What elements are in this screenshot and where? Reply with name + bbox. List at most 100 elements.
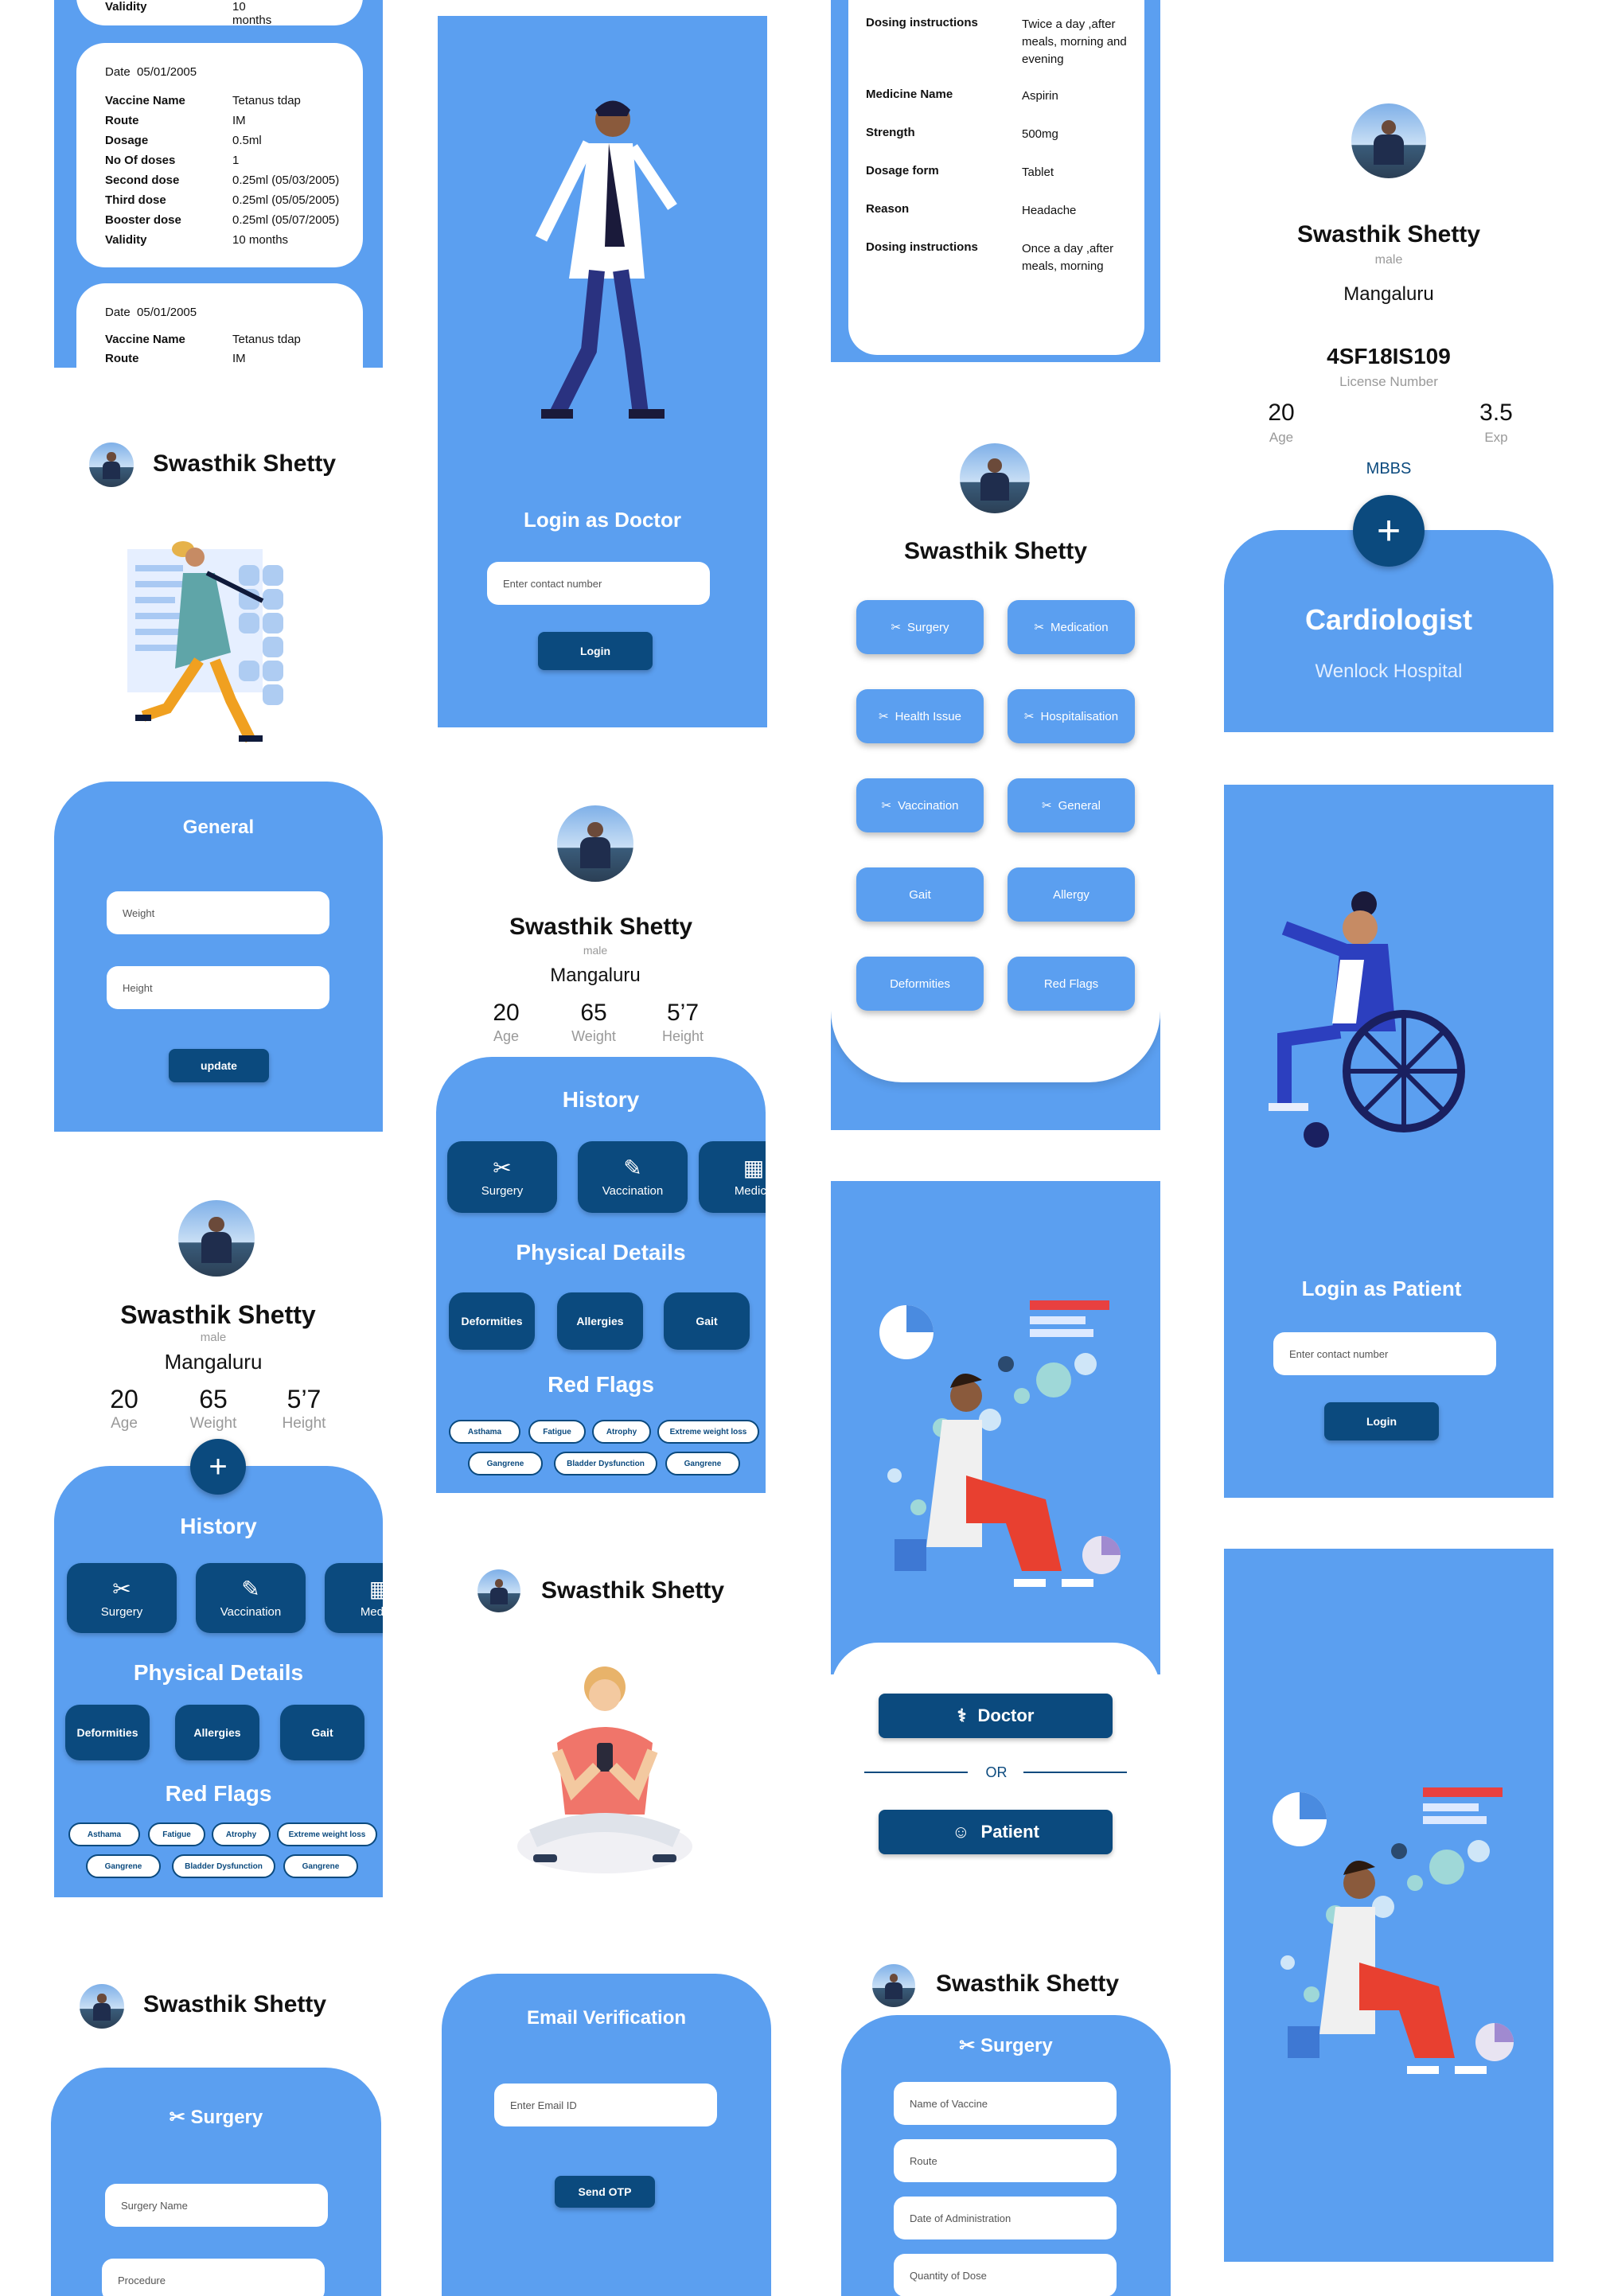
vaccine-name-field[interactable]: Name of Vaccine (894, 2082, 1117, 2125)
category-health-issue-button[interactable]: ✂ Health Issue (856, 689, 984, 743)
medication-tile[interactable]: ▦ Medica (699, 1141, 766, 1213)
history-title: History (180, 1514, 257, 1538)
weight-label: Weight (189, 1415, 237, 1432)
allergies-tile[interactable]: Allergies (557, 1292, 643, 1350)
contact-number-field[interactable]: Enter contact number (487, 562, 710, 605)
surgery-tile[interactable]: ✂ Surgery (447, 1141, 557, 1213)
flag-chip[interactable]: Gangrene (86, 1854, 161, 1878)
license-number: 4SF18IS109 (1327, 344, 1451, 368)
flag-chip[interactable]: Fatigue (528, 1420, 586, 1444)
age-value: 20 (493, 1000, 520, 1026)
red-flags-title: Red Flags (165, 1781, 272, 1806)
vaccination-tile[interactable]: ✎ Vaccination (196, 1563, 306, 1633)
record-value: 0.5ml (232, 134, 262, 147)
divider-left (864, 1772, 968, 1773)
flag-chip[interactable]: Asthama (449, 1420, 520, 1444)
gait-tile[interactable]: Gait (664, 1292, 750, 1350)
quantity-field[interactable]: Quantity of Dose (894, 2254, 1117, 2296)
category-hospitalisation-button[interactable]: ✂ Hospitalisation (1008, 689, 1135, 743)
flag-chip[interactable]: Gangrene (665, 1452, 740, 1475)
height-field[interactable]: Height (107, 966, 329, 1009)
deformities-tile[interactable]: Deformities (65, 1705, 150, 1760)
flag-chip[interactable]: Extreme weight loss (277, 1822, 377, 1846)
user-name: Swasthik Shetty (120, 1300, 316, 1329)
medication-value: Once a day ,after meals, morning (1022, 242, 1114, 273)
form-title-text: Surgery (190, 2107, 263, 2128)
record-date: 05/01/2005 (137, 306, 197, 319)
record-key: Booster dose (105, 213, 181, 227)
medication-card[interactable]: Dosing instructions Twice a day ,after mea… (848, 0, 1144, 355)
prev-record-card: Validity 10 months (76, 0, 363, 27)
weight-field[interactable]: Weight (107, 891, 329, 934)
category-general-button[interactable]: ✂ General (1008, 778, 1135, 832)
doctor-button[interactable]: ⚕ Doctor (879, 1694, 1113, 1738)
flag-chip[interactable]: Atrophy (592, 1420, 651, 1444)
flag-chip[interactable]: Asthama (68, 1822, 140, 1846)
medication-key: Dosing instructions (866, 16, 978, 29)
email-field[interactable]: Enter Email ID (494, 2084, 717, 2126)
allergies-tile[interactable]: Allergies (175, 1705, 259, 1760)
avatar[interactable] (872, 1964, 915, 2007)
patient-label: Patient (980, 1822, 1039, 1842)
vaccine-record-card[interactable]: Date 05/01/2005 Vaccine Name Tetanus tdap… (76, 43, 363, 267)
category-medication-button[interactable]: ✂ Medication (1008, 600, 1135, 654)
general-form-panel: General Weight Height update (54, 782, 383, 1132)
vaccination-tile[interactable]: ✎ Vaccination (578, 1141, 688, 1213)
age-label: Age (1269, 430, 1294, 445)
category-label: Vaccination (898, 798, 959, 813)
add-button[interactable]: + (190, 1439, 246, 1495)
login-button[interactable]: Login (538, 632, 653, 670)
flag-chip[interactable]: Gangrene (468, 1452, 543, 1475)
vaccine-form-panel: ✂ Surgery Name of Vaccine Route Date of … (841, 2015, 1171, 2296)
category-gait-button[interactable]: Gait (856, 867, 984, 922)
add-button[interactable]: + (1353, 495, 1425, 567)
update-button[interactable]: update (169, 1049, 269, 1082)
surgery-icon: ✂ (1042, 799, 1052, 813)
avatar[interactable] (557, 805, 633, 882)
medication-key: Dosing instructions (866, 240, 978, 254)
gait-tile[interactable]: Gait (280, 1705, 364, 1760)
avatar[interactable] (89, 442, 134, 487)
surgery-name-field[interactable]: Surgery Name (105, 2184, 328, 2227)
contact-number-field[interactable]: Enter contact number (1273, 1332, 1496, 1375)
tile-label: Vaccination (220, 1604, 282, 1619)
route-field[interactable]: Route (894, 2139, 1117, 2182)
avatar[interactable] (477, 1569, 520, 1612)
flag-chip[interactable]: Atrophy (212, 1822, 271, 1846)
avatar[interactable] (178, 1200, 255, 1277)
vaccine-record-card-next[interactable]: Date 05/01/2005 Vaccine Name Tetanus tdap… (76, 283, 363, 368)
category-vaccination-button[interactable]: ✂ Vaccination (856, 778, 984, 832)
flag-chip[interactable]: Extreme weight loss (657, 1420, 759, 1444)
medication-tile[interactable]: ▦ Medica (325, 1563, 383, 1633)
category-surgery-button[interactable]: ✂ Surgery (856, 600, 984, 654)
login-button[interactable]: Login (1324, 1402, 1439, 1440)
procedure-field[interactable]: Procedure (102, 2259, 325, 2296)
category-allergy-button[interactable]: Allergy (1008, 867, 1135, 922)
deformities-tile[interactable]: Deformities (449, 1292, 535, 1350)
category-red-flags-button[interactable]: Red Flags (1008, 957, 1135, 1011)
tile-label: Medica (734, 1183, 766, 1198)
walking-doctor-illustration (535, 100, 677, 419)
avatar[interactable] (80, 1984, 124, 2029)
exp-value: 3.5 (1479, 400, 1513, 426)
user-name: Swasthik Shetty (509, 914, 693, 940)
flag-chip[interactable]: Bladder Dysfunction (172, 1854, 275, 1878)
flag-chip[interactable]: Gangrene (283, 1854, 358, 1878)
weight-value: 65 (580, 1000, 607, 1026)
medication-key: Reason (866, 202, 910, 216)
avatar[interactable] (1351, 103, 1426, 178)
record-value: IM (232, 114, 246, 127)
user-name: Swasthik Shetty (153, 450, 337, 477)
category-label: Red Flags (1043, 976, 1099, 991)
send-otp-button[interactable]: Send OTP (555, 2176, 655, 2208)
flag-chip[interactable]: Bladder Dysfunction (554, 1452, 657, 1475)
patient-button[interactable]: ☺ Patient (879, 1810, 1113, 1854)
user-city: Mangaluru (1343, 283, 1434, 305)
date-field[interactable]: Date of Administration (894, 2197, 1117, 2239)
weight-value: 65 (199, 1385, 228, 1413)
avatar[interactable] (960, 443, 1030, 513)
category-deformities-button[interactable]: Deformities (856, 957, 984, 1011)
flag-chip[interactable]: Fatigue (148, 1822, 205, 1846)
surgery-tile[interactable]: ✂ Surgery (67, 1563, 177, 1633)
medication-value: Aspirin (1022, 89, 1058, 103)
